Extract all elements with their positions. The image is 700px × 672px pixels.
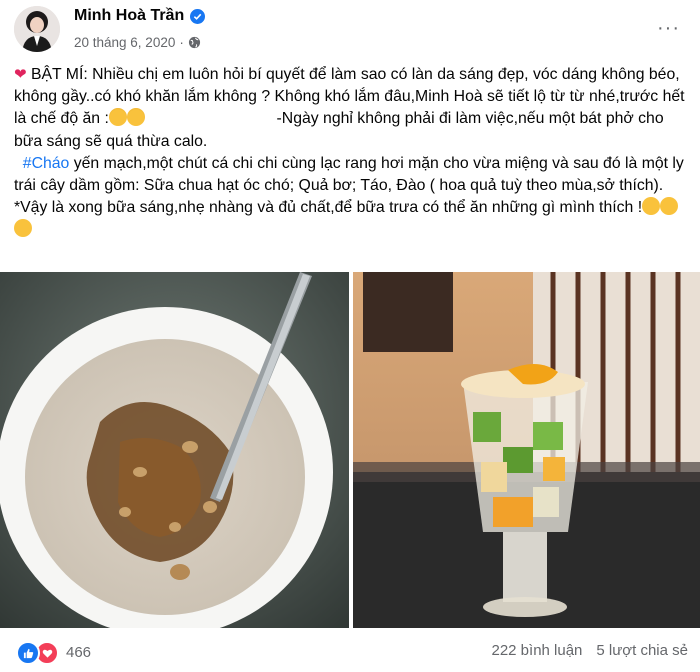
post-body: ❤ BẬT MÍ: Nhiều chị em luôn hỏi bí quyết… [14, 64, 686, 242]
post-meta: 20 tháng 6, 2020 · [74, 35, 201, 50]
globe-icon[interactable] [188, 36, 201, 49]
smiling-face-icon [660, 197, 679, 216]
post-photos [0, 272, 700, 628]
post-paragraph-1: ❤ BẬT MÍ: Nhiều chị em luôn hỏi bí quyết… [14, 64, 686, 153]
hashtag-chao[interactable]: #Cháo [23, 155, 70, 172]
porridge-photo[interactable] [0, 272, 349, 628]
share-count[interactable]: 5 lượt chia sẻ [596, 642, 688, 659]
meta-separator: · [179, 35, 184, 50]
post-text-part-3: yến mạch,một chút cá chi chi cùng lạc ra… [14, 154, 689, 217]
post-footer: 466 222 bình luận 5 lượt chia sẻ [0, 632, 700, 672]
post-date[interactable]: 20 tháng 6, 2020 [74, 35, 175, 50]
author-avatar[interactable] [14, 6, 60, 52]
smiling-face-icon [642, 197, 661, 216]
more-options-icon[interactable]: ··· [657, 18, 680, 38]
smiling-face-with-hearts-icon [126, 108, 145, 127]
comment-count[interactable]: 222 bình luận [491, 642, 582, 659]
like-reaction-icon [16, 641, 40, 665]
author-name-text[interactable]: Minh Hoà Trần [74, 7, 184, 25]
fruit-parfait-photo[interactable] [353, 272, 700, 628]
red-heart-icon: ❤ [14, 66, 27, 83]
post-stats: 222 bình luận 5 lượt chia sẻ [491, 642, 688, 659]
author-name[interactable]: Minh Hoà Trần [74, 7, 206, 25]
reaction-icons[interactable] [16, 641, 59, 665]
reaction-count[interactable]: 466 [66, 644, 91, 661]
post-paragraph-2: #Cháo yến mạch,một chút cá chi chi cùng … [14, 153, 686, 242]
smiling-face-icon [14, 219, 32, 238]
smiling-face-with-hearts-icon [108, 108, 127, 127]
post-header: Minh Hoà Trần 20 tháng 6, 2020 · ··· [0, 0, 700, 62]
verified-badge-icon [190, 8, 206, 24]
